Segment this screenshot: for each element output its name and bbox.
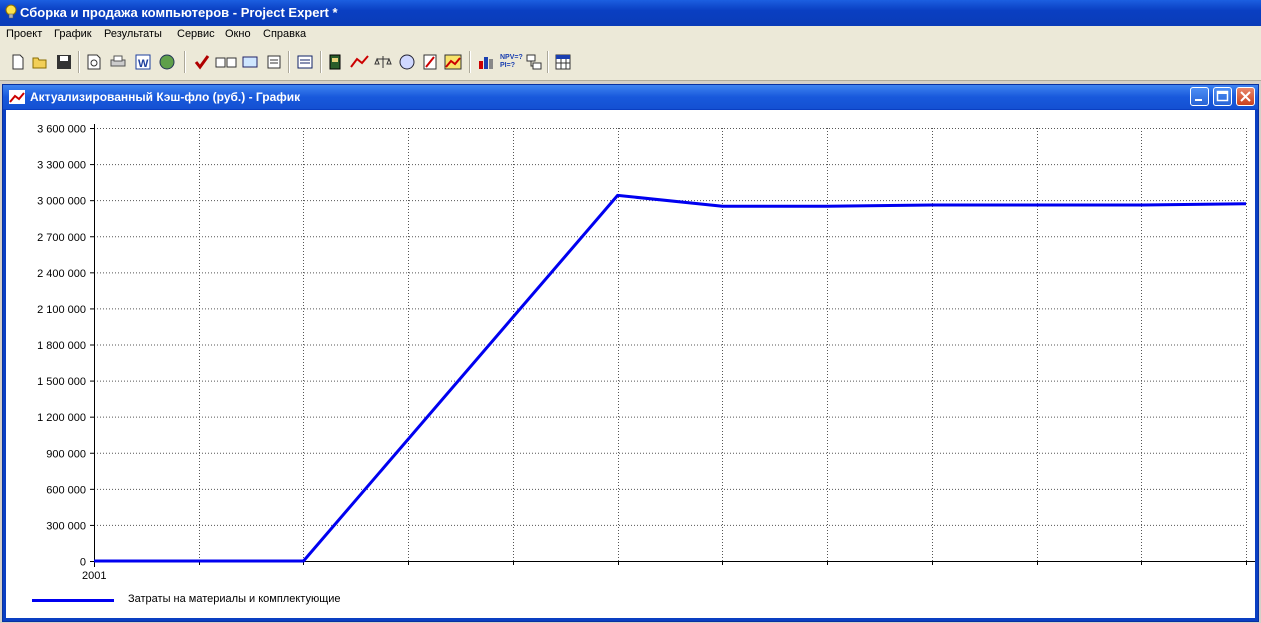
svg-text:W: W [138,58,149,70]
checklist-icon[interactable] [215,53,237,71]
app-title: Сборка и продажа компьютеров - Project E… [20,5,338,20]
close-icon [1240,91,1251,102]
y-tick-label: 1 500 000 [37,376,86,388]
print-icon[interactable] [109,53,127,71]
web-export-icon[interactable] [158,53,176,71]
tree-icon[interactable] [525,53,543,71]
calculator-icon[interactable] [398,53,416,71]
y-tick-label: 1 200 000 [37,412,86,424]
y-tick-label: 0 [80,557,86,569]
refresh-link-icon[interactable] [241,53,259,71]
chart-window-icon [9,90,25,104]
y-tick-label: 3 300 000 [37,160,86,172]
legend-swatch [32,599,114,602]
menu-chart[interactable]: График [52,28,94,40]
ruler-icon[interactable] [421,53,439,71]
y-tick-label: 2 100 000 [37,304,86,316]
menu-bar: Проект График Результаты Сервис Окно Спр… [0,26,1261,45]
y-tick-label: 2 400 000 [37,268,86,280]
cashflow-chart-icon[interactable] [349,53,371,71]
y-tick-label: 900 000 [46,448,86,460]
chart-window: Актуализированный Кэш-фло (руб.) - Графи… [2,84,1259,622]
minimize-button[interactable] [1190,87,1209,106]
print-preview-icon[interactable] [85,53,103,71]
y-tick-label: 3 600 000 [37,124,86,136]
y-tick-label: 2 700 000 [37,232,86,244]
x-axis-year-label: 2001 [82,570,107,582]
pi-text: PI=? [500,62,515,69]
open-folder-icon[interactable] [31,53,49,71]
minimize-icon [1195,99,1202,101]
area-chart-icon[interactable] [444,53,462,71]
book-icon[interactable] [326,53,344,71]
bar-chart-icon[interactable] [477,53,495,71]
table-icon[interactable] [554,53,572,71]
word-export-icon[interactable]: W [134,53,152,71]
toolbar: W NPV=? PI=? [0,45,1261,81]
balance-scale-icon[interactable] [374,53,392,71]
y-tick-label: 300 000 [46,520,86,532]
maximize-button[interactable] [1213,87,1232,106]
npv-text: NPV=? [500,54,523,61]
lightbulb-icon [5,4,17,19]
chart-window-title: Актуализированный Кэш-фло (руб.) - Графи… [30,90,301,104]
report-icon[interactable] [296,53,314,71]
menu-window[interactable]: Окно [223,28,253,40]
new-file-icon[interactable] [9,53,27,71]
chart-window-titlebar[interactable]: Актуализированный Кэш-фло (руб.) - Графи… [3,85,1258,109]
maximize-icon [1216,90,1229,102]
menu-help[interactable]: Справка [261,28,308,40]
y-tick-label: 3 000 000 [37,196,86,208]
notes-icon[interactable] [265,53,283,71]
close-button[interactable] [1236,87,1255,106]
menu-project[interactable]: Проект [4,28,44,40]
npv-pi-icon[interactable]: NPV=? PI=? [500,54,523,72]
check-icon[interactable] [193,53,211,71]
menu-results[interactable]: Результаты [102,28,164,40]
chart-area: 0 300 000 600 000 900 000 1 200 000 1 500 000… [6,110,1255,618]
series-line-0 [94,193,1247,563]
save-icon[interactable] [55,53,73,71]
app-titlebar[interactable]: Сборка и продажа компьютеров - Project E… [0,0,1261,26]
menu-service[interactable]: Сервис [175,28,217,40]
y-tick-label: 1 800 000 [37,340,86,352]
legend-label: Затраты на материалы и комплектующие [128,593,341,605]
y-tick-label: 600 000 [46,484,86,496]
line-chart: 0 300 000 600 000 900 000 1 200 000 1 500 000… [37,124,1255,569]
